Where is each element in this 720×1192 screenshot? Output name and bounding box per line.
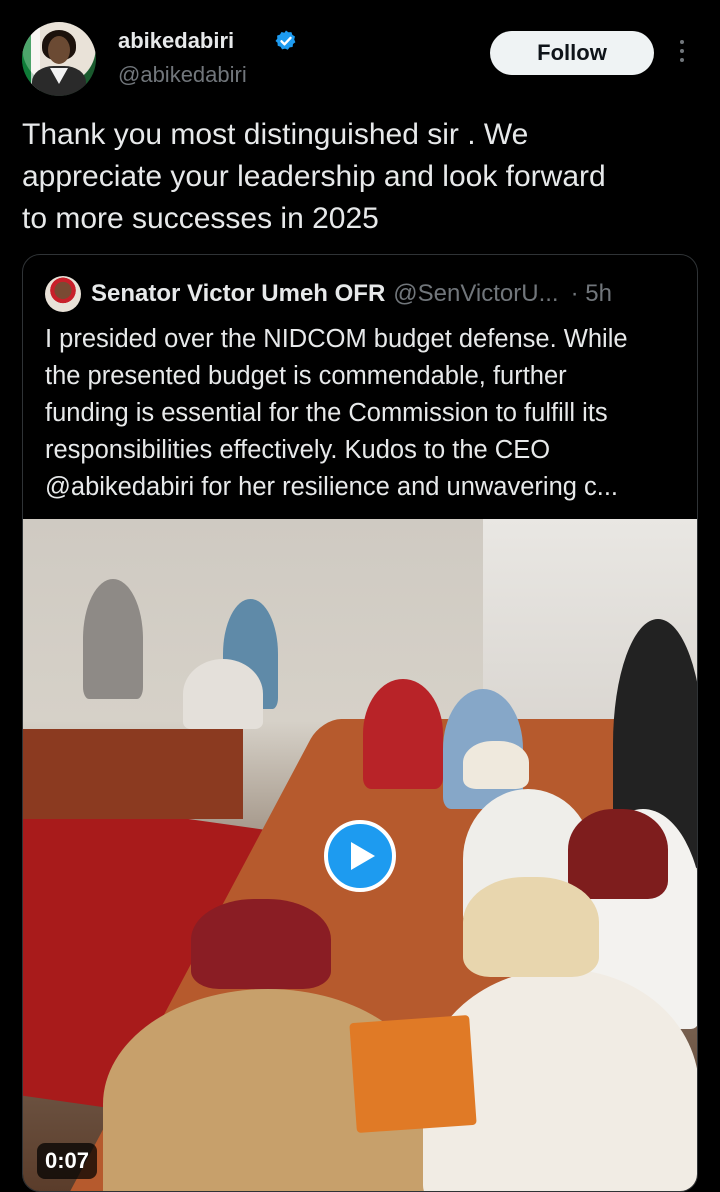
avatar-face	[48, 36, 70, 64]
follow-button[interactable]: Follow	[490, 31, 654, 75]
play-icon[interactable]	[324, 820, 396, 892]
cap-figure	[463, 741, 529, 789]
tweet-header: abikedabiri @abikedabiri Follow	[0, 0, 720, 110]
cap-figure	[568, 809, 668, 899]
more-vertical-icon[interactable]	[675, 40, 689, 68]
side-table	[23, 729, 243, 819]
quoted-tweet-card[interactable]: Senator Victor Umeh OFR @SenVictorU... ·…	[22, 254, 698, 1192]
quoted-tweet-text: I presided over the NIDCOM budget defens…	[45, 325, 628, 501]
person-figure	[363, 679, 443, 789]
author-avatar[interactable]	[22, 22, 96, 96]
document-folder	[349, 1014, 477, 1134]
quoted-tweet-header: Senator Victor Umeh OFR @SenVictorU... ·…	[45, 276, 685, 312]
person-figure	[83, 579, 143, 699]
quoted-timestamp[interactable]: · 5h	[571, 280, 612, 308]
quoted-author-name[interactable]: Senator Victor Umeh OFR	[91, 280, 385, 308]
tweet-text: Thank you most distinguished sir . We ap…	[22, 118, 606, 235]
cap-figure	[463, 877, 599, 977]
author-handle[interactable]: @abikedabiri	[118, 62, 247, 88]
video-thumbnail[interactable]: 0:07	[23, 519, 697, 1191]
verified-badge-icon	[275, 30, 296, 50]
quoted-author-avatar[interactable]	[45, 276, 81, 312]
person-figure	[183, 659, 263, 729]
video-duration: 0:07	[37, 1143, 98, 1179]
quoted-author-handle[interactable]: @SenVictorU...	[393, 280, 558, 308]
cap-figure	[191, 899, 331, 989]
author-display-name[interactable]: abikedabiri	[118, 28, 234, 54]
